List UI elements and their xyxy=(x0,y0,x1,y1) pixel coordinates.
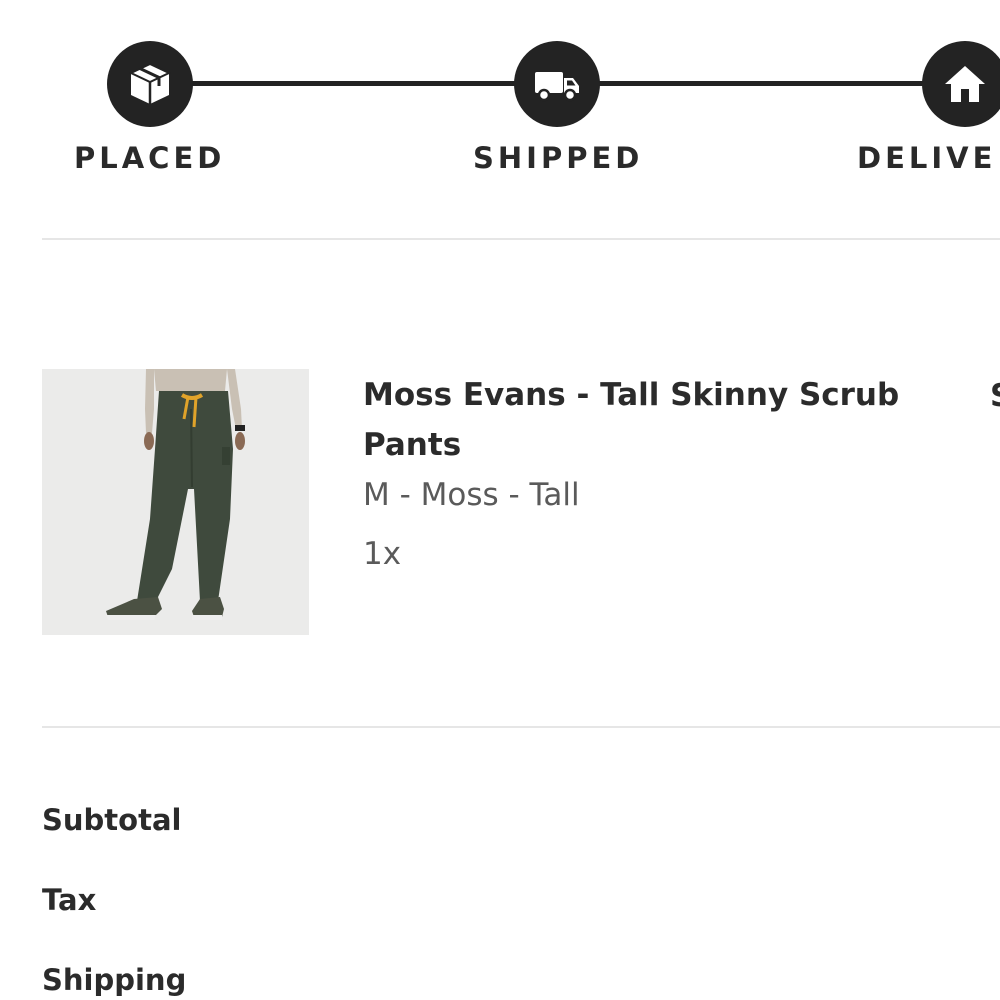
package-icon xyxy=(128,62,172,104)
subtotal-label: Subtotal xyxy=(42,803,182,837)
step-shipped-circle xyxy=(514,41,600,127)
shipping-label: Shipping xyxy=(42,963,187,997)
step-delivered-label: DELIVE xyxy=(857,141,997,175)
house-icon xyxy=(945,66,985,102)
step-placed-circle xyxy=(107,41,193,127)
step-placed-label: PLACED xyxy=(74,141,226,175)
step-shipped-label: SHIPPED xyxy=(473,141,644,175)
divider xyxy=(42,238,1000,240)
product-name[interactable]: Moss Evans - Tall Skinny Scrub Pants xyxy=(363,370,943,470)
product-photo xyxy=(42,369,309,635)
product-image[interactable] xyxy=(42,369,309,635)
tax-label: Tax xyxy=(42,883,97,917)
divider xyxy=(42,726,1000,728)
product-quantity: 1x xyxy=(363,536,402,572)
step-delivered-circle xyxy=(922,41,1000,127)
clipped-text: S xyxy=(990,378,1000,414)
truck-icon xyxy=(535,72,579,102)
product-variant: M - Moss - Tall xyxy=(363,477,580,513)
